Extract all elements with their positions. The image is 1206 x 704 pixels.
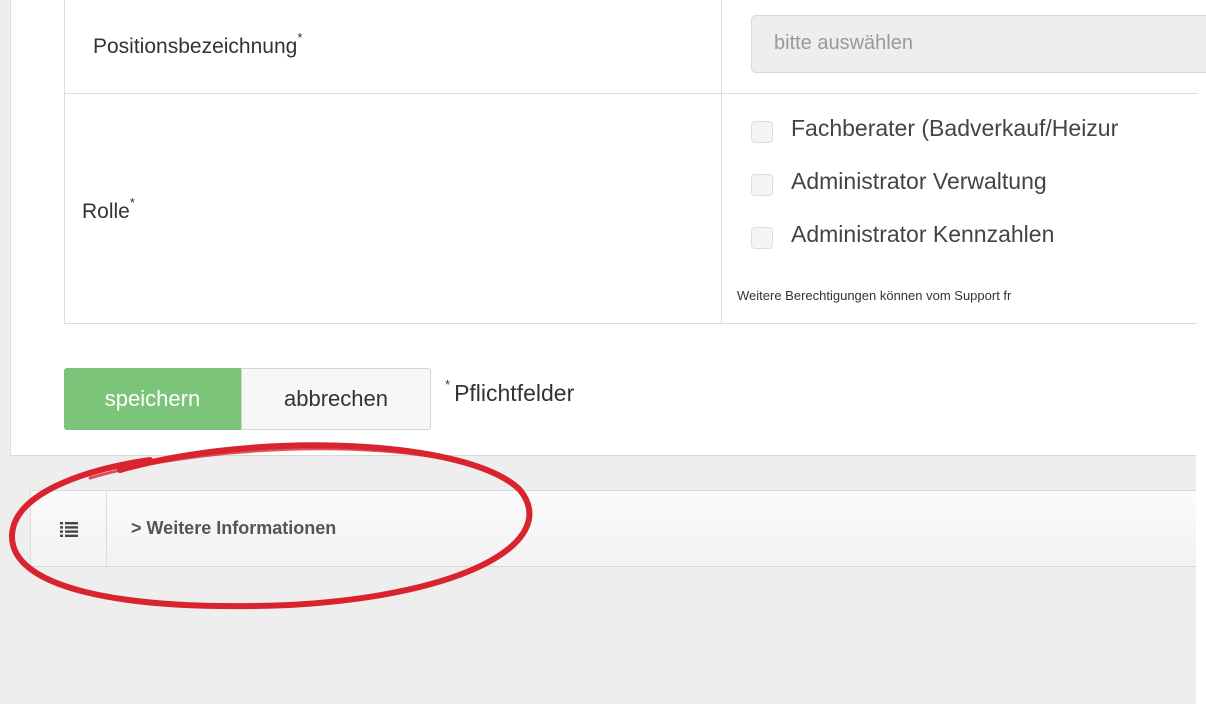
more-info-bar: > Weitere Informationen [30,490,1196,567]
window-edge [1196,0,1206,704]
role-option-label: Administrator Kennzahlen [791,221,1055,247]
list-icon [59,521,78,537]
required-fields-note: * Pflichtfelder [445,377,575,407]
position-required-mark: * [297,30,303,45]
role-label: Rolle* [82,195,135,224]
role-checkbox-administrator-kennzahlen[interactable] [751,227,773,249]
more-info-link[interactable]: > Weitere Informationen [131,518,336,539]
save-button[interactable]: speichern [64,368,241,430]
role-option-label: Administrator Verwaltung [791,168,1047,194]
required-mark: * [445,377,451,393]
roles-hint: Weitere Berechtigungen können vom Suppor… [737,288,1012,303]
user-form-card: Positionsbezeichnung* bitte auswählen Ro… [10,0,1206,456]
list-icon-button[interactable] [31,491,107,566]
row-divider [65,93,1198,94]
required-note-text: Pflichtfelder [454,380,575,406]
position-select-value: bitte auswählen [774,32,913,54]
position-label-text: Positionsbezeichnung [93,35,298,58]
role-label-text: Rolle [82,200,130,223]
role-checkbox-administrator-verwaltung[interactable] [751,174,773,196]
cancel-button[interactable]: abbrechen [241,368,431,430]
position-select[interactable]: bitte auswählen [751,15,1206,73]
column-divider [721,0,722,324]
position-label: Positionsbezeichnung* [93,30,303,59]
page: Positionsbezeichnung* bitte auswählen Ro… [0,0,1206,704]
role-required-mark: * [129,195,135,210]
role-option-label: Fachberater (Badverkauf/Heizur [791,115,1119,141]
form-table: Positionsbezeichnung* bitte auswählen Ro… [64,0,1206,324]
role-checkbox-fachberater[interactable] [751,121,773,143]
